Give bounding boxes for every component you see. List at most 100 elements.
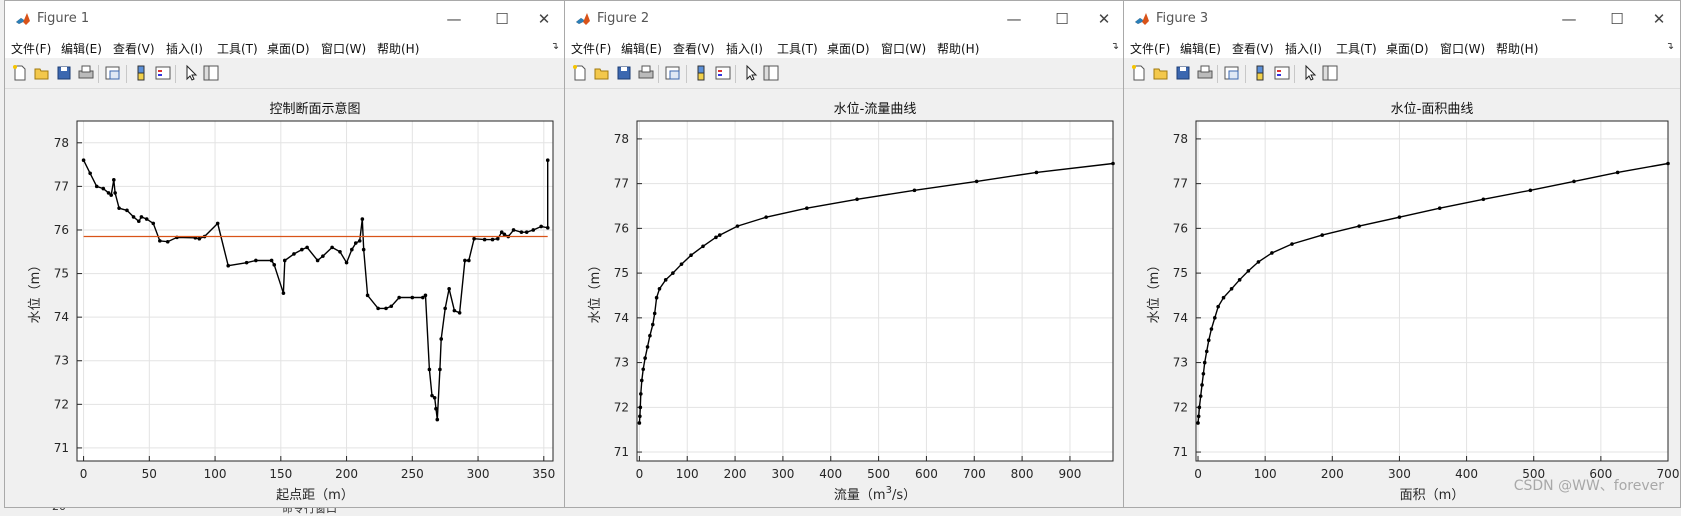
x-tick-label: 350	[532, 467, 555, 481]
insert-colorbar-icon[interactable]	[692, 64, 710, 82]
minimize-button[interactable]: —	[999, 5, 1029, 33]
y-tick-label: 78	[54, 136, 69, 150]
data-point	[300, 247, 304, 252]
axes[interactable]: 0 100 200 300 400 500 600 7007172737475767778水位…	[1124, 91, 1680, 507]
menu-item[interactable]: 窗口(W)	[321, 40, 366, 57]
close-button[interactable]: ✕	[1644, 5, 1674, 33]
menu-item[interactable]: 工具(T)	[217, 40, 258, 57]
save-icon[interactable]	[615, 64, 633, 82]
menu-item[interactable]: 帮助(H)	[377, 40, 419, 57]
y-tick-label: 77	[1173, 177, 1188, 191]
toolbar-separator	[1217, 65, 1218, 83]
insert-colorbar-icon[interactable]	[1251, 64, 1269, 82]
menu-item[interactable]: 帮助(H)	[937, 40, 979, 57]
title-bar[interactable]: Figure 2 — ☐ ✕	[565, 1, 1125, 38]
toolbar-separator	[686, 65, 687, 83]
data-point	[643, 356, 647, 360]
menu-item[interactable]: 桌面(D)	[1386, 40, 1429, 57]
new-figure-icon[interactable]	[571, 64, 589, 82]
menu-item[interactable]: 文件(F)	[571, 40, 611, 57]
menu-item[interactable]: 桌面(D)	[827, 40, 870, 57]
axes[interactable]: 0 100 200 300 400 500 600 700 800 900 71 72 73 74 75 76…	[565, 91, 1125, 507]
x-tick-label: 300	[771, 467, 794, 481]
open-file-icon[interactable]	[1152, 64, 1170, 82]
menu-item[interactable]: 编辑(E)	[61, 40, 102, 57]
maximize-button[interactable]: ☐	[1602, 5, 1632, 33]
y-tick-label: 71	[1173, 445, 1188, 459]
data-point	[376, 306, 380, 311]
data-point	[1256, 260, 1261, 264]
save-icon[interactable]	[55, 64, 73, 82]
print-icon[interactable]	[77, 64, 95, 82]
x-tick-label: 250	[401, 467, 424, 481]
toolbar-separator	[126, 65, 127, 83]
link-plot-icon[interactable]	[664, 64, 682, 82]
data-point	[151, 221, 156, 226]
data-point	[1481, 197, 1486, 202]
menu-item[interactable]: 查看(V)	[113, 40, 155, 57]
maximize-button[interactable]: ☐	[487, 5, 517, 33]
axes[interactable]: 0 50 100 150 200 250 300 350 71 72 73 74 75 76 77 78 控制断…	[5, 91, 565, 507]
insert-legend-icon[interactable]	[1273, 64, 1291, 82]
menu-item[interactable]: 工具(T)	[1336, 40, 1377, 57]
x-tick-label: 200	[335, 467, 358, 481]
save-icon[interactable]	[1174, 64, 1192, 82]
data-point	[1237, 278, 1242, 282]
y-tick-label: 71	[54, 441, 69, 455]
menu-item[interactable]: 桌面(D)	[267, 40, 310, 57]
data-point	[447, 287, 451, 291]
window-title: Figure 3	[1156, 11, 1209, 26]
menu-item[interactable]: 编辑(E)	[621, 40, 662, 57]
menu-item[interactable]: 窗口(W)	[1440, 40, 1485, 57]
data-point	[472, 236, 476, 241]
insert-legend-icon[interactable]	[714, 64, 732, 82]
link-plot-icon[interactable]	[1223, 64, 1241, 82]
menu-item[interactable]: 帮助(H)	[1496, 40, 1538, 57]
open-file-icon[interactable]	[33, 64, 51, 82]
toolbar-separator	[1294, 65, 1295, 83]
minimize-button[interactable]: —	[439, 5, 469, 33]
menu-item[interactable]: 查看(V)	[673, 40, 715, 57]
plot-area	[77, 121, 553, 461]
print-icon[interactable]	[1196, 64, 1214, 82]
menu-item[interactable]: 文件(F)	[11, 40, 51, 57]
new-figure-icon[interactable]	[1130, 64, 1148, 82]
property-inspector-icon[interactable]	[762, 64, 780, 82]
menu-overflow-icon[interactable]: ↴	[1666, 41, 1674, 52]
property-inspector-icon[interactable]	[1321, 64, 1339, 82]
title-bar[interactable]: Figure 1 — ☐ ✕	[5, 1, 565, 38]
link-plot-icon[interactable]	[104, 64, 122, 82]
data-point	[101, 186, 106, 191]
title-bar[interactable]: Figure 3 — ☐ ✕	[1124, 1, 1680, 38]
edit-plot-icon[interactable]	[742, 64, 760, 82]
toolbar	[1124, 60, 1680, 89]
menu-item[interactable]: 文件(F)	[1130, 40, 1170, 57]
data-point	[427, 367, 432, 372]
menu-item[interactable]: 工具(T)	[777, 40, 818, 57]
close-button[interactable]: ✕	[1089, 5, 1119, 33]
minimize-button[interactable]: —	[1554, 5, 1584, 33]
data-point	[357, 239, 362, 243]
close-button[interactable]: ✕	[529, 5, 559, 33]
print-icon[interactable]	[637, 64, 655, 82]
menu-item[interactable]: 查看(V)	[1232, 40, 1274, 57]
data-point	[1666, 161, 1670, 166]
x-tick-label: 150	[269, 467, 292, 481]
menu-item[interactable]: 编辑(E)	[1180, 40, 1221, 57]
menu-overflow-icon[interactable]: ↴	[1111, 41, 1119, 52]
menu-item[interactable]: 插入(I)	[1285, 40, 1322, 57]
menu-item[interactable]: 插入(I)	[726, 40, 763, 57]
maximize-button[interactable]: ☐	[1047, 5, 1077, 33]
edit-plot-icon[interactable]	[182, 64, 200, 82]
menu-overflow-icon[interactable]: ↴	[551, 41, 559, 52]
property-inspector-icon[interactable]	[202, 64, 220, 82]
insert-colorbar-icon[interactable]	[132, 64, 150, 82]
open-file-icon[interactable]	[593, 64, 611, 82]
menu-item[interactable]: 插入(I)	[166, 40, 203, 57]
y-tick-label: 73	[54, 354, 69, 368]
edit-plot-icon[interactable]	[1301, 64, 1319, 82]
x-tick-label: 300	[1388, 467, 1411, 481]
menu-item[interactable]: 窗口(W)	[881, 40, 926, 57]
insert-legend-icon[interactable]	[154, 64, 172, 82]
new-figure-icon[interactable]	[11, 64, 29, 82]
